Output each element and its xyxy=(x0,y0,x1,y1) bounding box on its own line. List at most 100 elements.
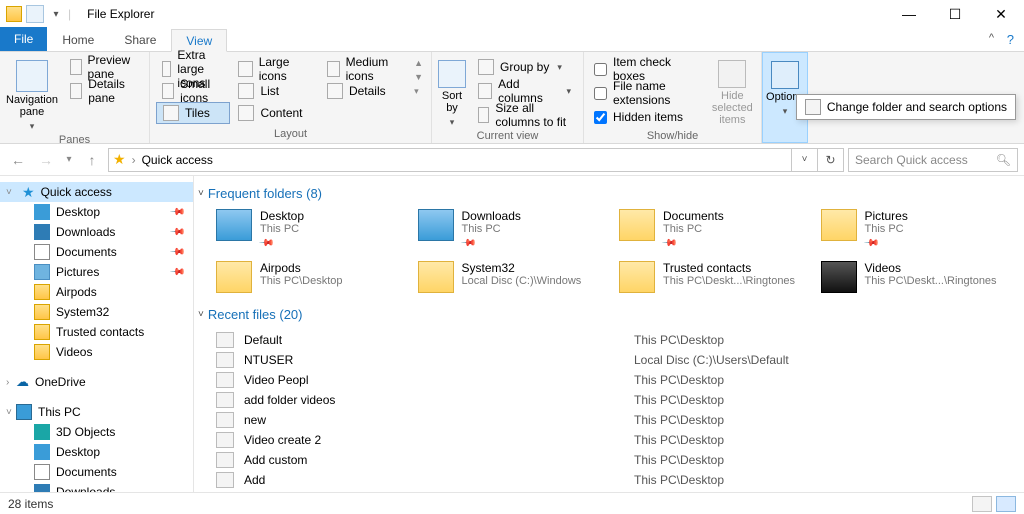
nav-item[interactable]: Pictures📌 xyxy=(0,262,193,282)
file-row[interactable]: add folder videosThis PC\Desktop xyxy=(216,390,1014,410)
pin-icon: 📌 xyxy=(258,235,275,252)
layout-tiles[interactable]: Tiles xyxy=(156,102,230,124)
hidden-items-toggle[interactable]: Hidden items xyxy=(590,106,704,128)
group-layout: Extra large icons Large icons Medium ico… xyxy=(150,52,432,143)
nav-item[interactable]: System32 xyxy=(0,302,193,322)
help-icon[interactable]: ? xyxy=(1007,32,1014,47)
app-icon xyxy=(6,6,22,22)
file-row[interactable]: Video 1This PC\Desktop xyxy=(216,490,1014,492)
nav-item-label: Documents xyxy=(56,465,117,479)
ribbon-collapse-icon[interactable]: ^ xyxy=(989,32,994,44)
expander-icon[interactable]: ˅ xyxy=(6,187,12,198)
search-box[interactable]: Search Quick access 🔍︎ xyxy=(848,148,1018,172)
folder-tile[interactable]: DownloadsThis PC📌 xyxy=(418,209,612,249)
file-row[interactable]: DefaultThis PC\Desktop xyxy=(216,330,1014,350)
content-pane[interactable]: ˅ Frequent folders (8) DesktopThis PC📌Do… xyxy=(194,176,1024,492)
layout-content[interactable]: Content xyxy=(232,102,318,124)
close-button[interactable]: ✕ xyxy=(978,0,1024,28)
navigation-pane[interactable]: ˅ ★ Quick access Desktop📌Downloads📌Docum… xyxy=(0,176,194,492)
file-row[interactable]: NTUSERLocal Disc (C:)\Users\Default xyxy=(216,350,1014,370)
pin-icon: 📌 xyxy=(168,264,185,281)
folder-icon xyxy=(34,224,50,240)
nav-item[interactable]: Trusted contacts xyxy=(0,322,193,342)
nav-item[interactable]: Desktop xyxy=(0,442,193,462)
nav-item-label: 3D Objects xyxy=(56,425,115,439)
qat-dropdown-icon[interactable]: ▾ xyxy=(48,6,64,22)
folder-tile[interactable]: AirpodsThis PC\Desktop xyxy=(216,261,410,293)
nav-item[interactable]: Downloads xyxy=(0,482,193,492)
file-row[interactable]: newThis PC\Desktop xyxy=(216,410,1014,430)
layout-scroll-up-icon[interactable]: ▲ xyxy=(414,58,423,68)
add-columns-icon xyxy=(478,83,492,99)
folder-icon xyxy=(216,209,252,241)
qat-item[interactable] xyxy=(26,5,44,23)
folder-icon xyxy=(418,261,454,293)
file-row[interactable]: Video create 2This PC\Desktop xyxy=(216,430,1014,450)
tab-share[interactable]: Share xyxy=(109,28,171,51)
folder-tile[interactable]: Trusted contactsThis PC\Deskt...\Rington… xyxy=(619,261,813,293)
nav-item[interactable]: Documents📌 xyxy=(0,242,193,262)
collapse-icon[interactable]: ˅ xyxy=(198,188,204,199)
file-row[interactable]: Video PeoplThis PC\Desktop xyxy=(216,370,1014,390)
navigation-pane-button[interactable]: Navigation pane ▾ xyxy=(6,56,58,132)
layout-small[interactable]: Small icons xyxy=(156,80,230,102)
tile-info: Local Disc (C:)\Windows xyxy=(462,275,582,287)
folder-tile[interactable]: PicturesThis PC📌 xyxy=(821,209,1015,249)
nav-onedrive[interactable]: › ☁ OneDrive xyxy=(0,372,193,392)
recent-locations-button[interactable]: ▾ xyxy=(62,148,76,172)
nav-item[interactable]: Downloads📌 xyxy=(0,222,193,242)
sort-by-button[interactable]: Sort by ▾ xyxy=(438,56,466,128)
layout-large[interactable]: Large icons xyxy=(232,58,318,80)
nav-item[interactable]: Desktop📌 xyxy=(0,202,193,222)
file-extensions-toggle[interactable]: File name extensions xyxy=(590,82,704,104)
up-button[interactable]: ↑ xyxy=(80,148,104,172)
layout-scroll-down-icon[interactable]: ▼ xyxy=(414,72,423,82)
group-by-button[interactable]: Group by▾ xyxy=(472,56,577,78)
folder-tile[interactable]: DocumentsThis PC📌 xyxy=(619,209,813,249)
add-columns-button[interactable]: Add columns▾ xyxy=(472,80,577,102)
address-dropdown-button[interactable]: ˅ xyxy=(792,148,818,172)
details-pane-button[interactable]: Details pane xyxy=(64,80,143,102)
maximize-button[interactable]: ☐ xyxy=(932,0,978,28)
tab-file[interactable]: File xyxy=(0,27,47,51)
file-row[interactable]: AddThis PC\Desktop xyxy=(216,470,1014,490)
nav-quick-access[interactable]: ˅ ★ Quick access xyxy=(0,182,193,202)
refresh-button[interactable]: ↻ xyxy=(818,148,844,172)
minimize-button[interactable]: — xyxy=(886,0,932,28)
layout-list[interactable]: List xyxy=(232,80,318,102)
preview-pane-button[interactable]: Preview pane xyxy=(64,56,143,78)
group-by-icon xyxy=(478,59,494,75)
file-icon xyxy=(216,332,234,348)
collapse-icon[interactable]: ˅ xyxy=(198,309,204,320)
folder-tile[interactable]: System32Local Disc (C:)\Windows xyxy=(418,261,612,293)
forward-button[interactable]: → xyxy=(34,148,58,172)
item-checkboxes-toggle[interactable]: Item check boxes xyxy=(590,58,704,80)
back-button[interactable]: ← xyxy=(6,148,30,172)
layout-medium[interactable]: Medium icons xyxy=(321,58,408,80)
nav-item[interactable]: 3D Objects xyxy=(0,422,193,442)
details-view-button[interactable] xyxy=(972,496,992,512)
layout-expand-icon[interactable]: ▾ xyxy=(414,86,423,97)
tab-home[interactable]: Home xyxy=(47,28,109,51)
nav-item[interactable]: Airpods xyxy=(0,282,193,302)
file-row[interactable]: Add customThis PC\Desktop xyxy=(216,450,1014,470)
folder-tile[interactable]: DesktopThis PC📌 xyxy=(216,209,410,249)
tile-info: This PC xyxy=(260,223,304,235)
expander-icon[interactable]: ˅ xyxy=(6,407,12,418)
folder-tile[interactable]: VideosThis PC\Deskt...\Ringtones xyxy=(821,261,1015,293)
folder-icon xyxy=(34,444,50,460)
tile-name: System32 xyxy=(462,261,582,275)
recent-files-header[interactable]: ˅ Recent files (20) xyxy=(198,307,1014,322)
fit-columns-button[interactable]: Size all columns to fit xyxy=(472,104,577,126)
nav-this-pc[interactable]: ˅ This PC xyxy=(0,402,193,422)
nav-item[interactable]: Videos xyxy=(0,342,193,362)
hide-selected-button[interactable]: Hide selected items xyxy=(710,56,755,126)
tiles-view-button[interactable] xyxy=(996,496,1016,512)
nav-item[interactable]: Documents xyxy=(0,462,193,482)
address-bar[interactable]: ★ › Quick access xyxy=(108,148,792,172)
recent-files-list: DefaultThis PC\DesktopNTUSERLocal Disc (… xyxy=(198,330,1014,492)
layout-details[interactable]: Details xyxy=(321,80,408,102)
expander-icon[interactable]: › xyxy=(6,377,9,388)
frequent-folders-header[interactable]: ˅ Frequent folders (8) xyxy=(198,186,1014,201)
folder-icon xyxy=(34,284,50,300)
